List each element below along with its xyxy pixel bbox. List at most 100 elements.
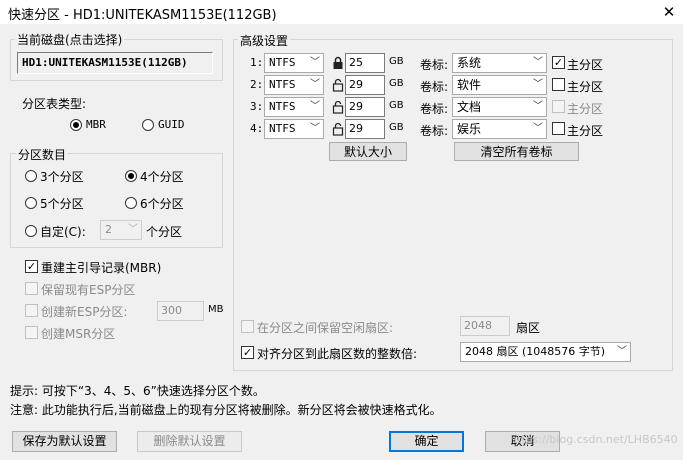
unlock-icon[interactable]: [332, 122, 344, 136]
primary-checkbox-4[interactable]: [552, 122, 565, 135]
volume-label-value: 系统: [457, 56, 482, 70]
fs-select-2[interactable]: NTFS ﹀: [264, 75, 324, 95]
size-unit: GB: [389, 78, 404, 89]
chevron-down-icon: ﹀: [128, 224, 138, 235]
size-unit: GB: [389, 56, 404, 67]
rebuild-mbr-checkbox[interactable]: ✓: [25, 260, 38, 273]
close-icon[interactable]: ✕: [655, 0, 683, 24]
volume-label-value: 软件: [457, 78, 482, 92]
default-size-button[interactable]: 默认大小: [329, 142, 407, 161]
chevron-down-icon: ﹀: [310, 123, 320, 134]
primary-label: 主分区: [567, 102, 604, 116]
size-unit: GB: [389, 122, 404, 133]
chevron-down-icon: ﹀: [617, 346, 627, 357]
chevron-down-icon: ﹀: [310, 57, 320, 68]
create-esp-checkbox[interactable]: [25, 304, 38, 317]
create-msr-label: 创建MSR分区: [41, 327, 116, 341]
size-unit: GB: [389, 100, 404, 111]
save-default-button[interactable]: 保存为默认设置: [12, 431, 117, 452]
create-msr-checkbox[interactable]: [25, 326, 38, 339]
fs-select-value: NTFS: [269, 122, 296, 135]
radio-5-partitions-label: 5个分区: [40, 197, 84, 211]
volume-label-select-3[interactable]: 文档 ﹀: [452, 97, 547, 117]
reserve-gap-label: 在分区之间保留空闲扇区:: [257, 321, 394, 335]
fs-select-3[interactable]: NTFS ﹀: [264, 97, 324, 117]
fs-select-value: NTFS: [269, 78, 296, 91]
volume-label-value: 娱乐: [457, 122, 482, 136]
primary-label: 主分区: [567, 80, 604, 94]
align-select[interactable]: 2048 扇区 (1048576 字节) ﹀: [460, 342, 631, 362]
radio-4-partitions-label: 4个分区: [140, 170, 184, 184]
partition-row-index: 4:: [250, 122, 264, 135]
radio-guid[interactable]: [142, 119, 154, 131]
radio-3-partitions-label: 3个分区: [40, 170, 84, 184]
chevron-down-icon: ﹀: [533, 123, 543, 134]
custom-count-suffix: 个分区: [146, 225, 183, 239]
radio-3-partitions[interactable]: [25, 170, 37, 182]
size-input-1[interactable]: 25: [345, 53, 385, 73]
chevron-down-icon: ﹀: [310, 79, 320, 90]
ok-button[interactable]: 确定: [389, 431, 464, 452]
fs-select-4[interactable]: NTFS ﹀: [264, 119, 324, 139]
fs-select-value: NTFS: [269, 100, 296, 113]
radio-custom-count-label: 自定(C):: [40, 225, 86, 239]
window-title: 快速分区 - HD1:UNITEKASM1153E(112GB): [8, 8, 277, 23]
chevron-down-icon: ﹀: [533, 101, 543, 112]
warning-text: 注意: 此功能执行后,当前磁盘上的现有分区将被删除。新分区将会被快速格式化。: [10, 403, 442, 417]
size-input-2[interactable]: 29: [345, 75, 385, 95]
keep-esp-checkbox[interactable]: [25, 282, 38, 295]
custom-count-select[interactable]: 2 ﹀: [100, 220, 142, 240]
advanced-settings-label: 高级设置: [238, 32, 291, 49]
reserve-gap-input[interactable]: 2048: [460, 316, 510, 336]
clear-labels-button[interactable]: 清空所有卷标: [454, 142, 579, 161]
volume-label-caption: 卷标:: [420, 80, 449, 94]
volume-label-select-2[interactable]: 软件 ﹀: [452, 75, 547, 95]
tip-text: 提示: 可按下“3、4、5、6”快速选择分区个数。: [10, 384, 265, 398]
esp-size-input[interactable]: 300: [157, 301, 204, 321]
lock-icon[interactable]: [332, 56, 344, 70]
esp-size-unit: MB: [208, 304, 224, 315]
primary-checkbox-2[interactable]: [552, 78, 565, 91]
radio-6-partitions[interactable]: [125, 197, 137, 209]
create-esp-label: 创建新ESP分区:: [41, 305, 128, 319]
size-input-3[interactable]: 29: [345, 97, 385, 117]
primary-checkbox-3[interactable]: [552, 100, 565, 113]
reserve-gap-checkbox[interactable]: [241, 320, 254, 333]
size-input-4[interactable]: 29: [345, 119, 385, 139]
partition-table-label: 分区表类型:: [22, 97, 87, 111]
fs-select-1[interactable]: NTFS ﹀: [264, 53, 324, 73]
radio-custom-count[interactable]: [25, 225, 37, 237]
delete-default-button[interactable]: 删除默认设置: [137, 431, 242, 452]
watermark: https://blog.csdn.net/LHB6540: [510, 433, 678, 446]
primary-label: 主分区: [567, 58, 604, 72]
align-select-value: 2048 扇区 (1048576 字节): [465, 345, 606, 358]
rebuild-mbr-label: 重建主引导记录(MBR): [41, 261, 162, 275]
current-disk-selector[interactable]: HD1:UNITEKASM1153E(112GB): [17, 52, 213, 74]
radio-4-partitions[interactable]: [125, 170, 137, 182]
chevron-down-icon: ﹀: [533, 57, 543, 68]
current-disk-label: 当前磁盘(点击选择): [15, 31, 125, 48]
unlock-icon[interactable]: [332, 78, 344, 92]
volume-label-select-4[interactable]: 娱乐 ﹀: [452, 119, 547, 139]
primary-checkbox-1[interactable]: ✓: [552, 56, 565, 69]
radio-mbr[interactable]: [70, 119, 82, 131]
partition-count-label: 分区数目: [16, 146, 69, 163]
chevron-down-icon: ﹀: [533, 79, 543, 90]
partition-row-index: 1:: [250, 56, 264, 69]
keep-esp-label: 保留现有ESP分区: [41, 283, 136, 297]
volume-label-caption: 卷标:: [420, 124, 449, 138]
volume-label-select-1[interactable]: 系统 ﹀: [452, 53, 547, 73]
partition-row-index: 2:: [250, 78, 264, 91]
reserve-gap-unit: 扇区: [516, 321, 541, 335]
volume-label-caption: 卷标:: [420, 102, 449, 116]
primary-label: 主分区: [567, 124, 604, 138]
radio-mbr-label: MBR: [86, 118, 106, 131]
align-label: 对齐分区到此扇区数的整数倍:: [257, 347, 418, 361]
chevron-down-icon: ﹀: [310, 101, 320, 112]
partition-row-index: 3:: [250, 100, 264, 113]
fs-select-value: NTFS: [269, 56, 296, 69]
radio-5-partitions[interactable]: [25, 197, 37, 209]
unlock-icon[interactable]: [332, 100, 344, 114]
radio-6-partitions-label: 6个分区: [140, 197, 184, 211]
align-checkbox[interactable]: ✓: [241, 346, 254, 359]
